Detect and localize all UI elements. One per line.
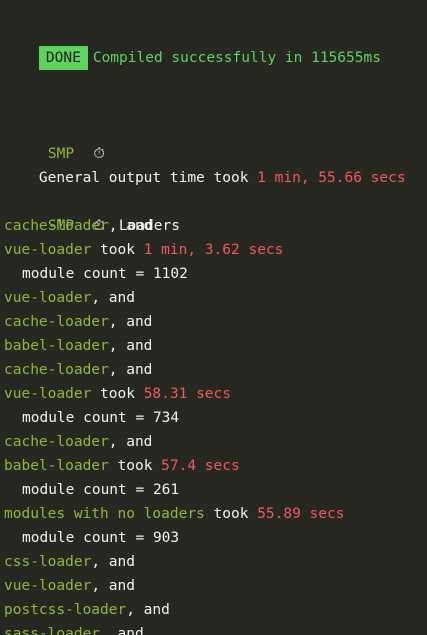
loader-name: babel-loader (4, 338, 109, 354)
loader-chain-line: babel-loader, and (4, 334, 152, 358)
module-count-line: module count = 903 (4, 526, 179, 550)
loader-chain-line: sass-loader, and (4, 622, 144, 635)
loader-chain-suffix: , and (108, 434, 153, 450)
loader-chain-line: postcss-loader, and (4, 598, 170, 622)
loader-chain-line: cache-loader, and (4, 358, 152, 382)
general-output-time: 1 min, 55.66 secs (257, 170, 406, 186)
loader-chain-line: cache-loader, and (4, 214, 152, 238)
module-count: module count = 903 (22, 530, 180, 546)
loader-name: vue-loader (4, 578, 92, 594)
compile-message: Compiled successfully in 115655ms (92, 50, 381, 66)
module-count-line: module count = 734 (4, 406, 179, 430)
loader-chain-line: vue-loader, and (4, 286, 135, 310)
loader-name: sass-loader (4, 626, 101, 635)
loader-took-line: modules with no loaders took 55.89 secs (4, 502, 345, 526)
loader-name: cache-loader (4, 314, 109, 330)
loader-time: 1 min, 3.62 secs (143, 242, 284, 258)
loader-time: 57.4 secs (161, 458, 240, 474)
loader-took-line: babel-loader took 57.4 secs (4, 454, 240, 478)
loader-name: vue-loader (4, 242, 92, 258)
loader-name: css-loader (4, 554, 92, 570)
loader-name: cache-loader (4, 218, 109, 234)
loader-time: 58.31 secs (143, 386, 232, 402)
loader-chain-line: cache-loader, and (4, 310, 152, 334)
loader-chain-line: css-loader, and (4, 550, 135, 574)
took-label: took (100, 242, 135, 258)
loader-name: cache-loader (4, 434, 109, 450)
smp-general-header: SMP ⏱ (4, 118, 106, 162)
took-label: took (117, 458, 153, 474)
loader-name: vue-loader (4, 290, 92, 306)
loader-chain-suffix: , and (108, 218, 153, 234)
loader-chain-suffix: , and (91, 290, 135, 306)
loader-name: postcss-loader (4, 602, 127, 618)
loader-chain-line: vue-loader, and (4, 574, 135, 598)
loader-chain-suffix: , and (91, 554, 135, 570)
done-badge: DONE (38, 46, 88, 70)
loader-chain-suffix: , and (91, 578, 135, 594)
loader-chain-suffix: , and (108, 338, 153, 354)
loader-chain-line: cache-loader, and (4, 430, 152, 454)
loader-name: babel-loader (4, 458, 109, 474)
general-output-time-line: General output time took 1 min, 55.66 se… (4, 142, 406, 186)
loader-chain-suffix: , and (108, 314, 153, 330)
loader-took-line: vue-loader took 1 min, 3.62 secs (4, 238, 283, 262)
module-count-line: module count = 261 (4, 478, 179, 502)
loader-name: modules with no loaders (4, 506, 205, 522)
module-count: module count = 261 (22, 482, 180, 498)
loader-name: cache-loader (4, 362, 109, 378)
loader-chain-suffix: , and (100, 626, 144, 635)
loader-chain-suffix: , and (126, 602, 170, 618)
took-label: took (213, 506, 249, 522)
module-count: module count = 734 (22, 410, 180, 426)
took-label: took (100, 386, 135, 402)
module-count: module count = 1102 (22, 266, 188, 282)
loader-took-line: vue-loader took 58.31 secs (4, 382, 231, 406)
loader-chain-suffix: , and (108, 362, 153, 378)
smp-loaders-header: SMP ⏱ Loaders (4, 190, 180, 234)
compile-status-line: DONE Compiled successfully in 115655ms (4, 22, 381, 70)
general-output-label: General output time took (38, 170, 249, 186)
loader-name: vue-loader (4, 386, 92, 402)
loader-time: 55.89 secs (257, 506, 345, 522)
module-count-line: module count = 1102 (4, 262, 188, 286)
